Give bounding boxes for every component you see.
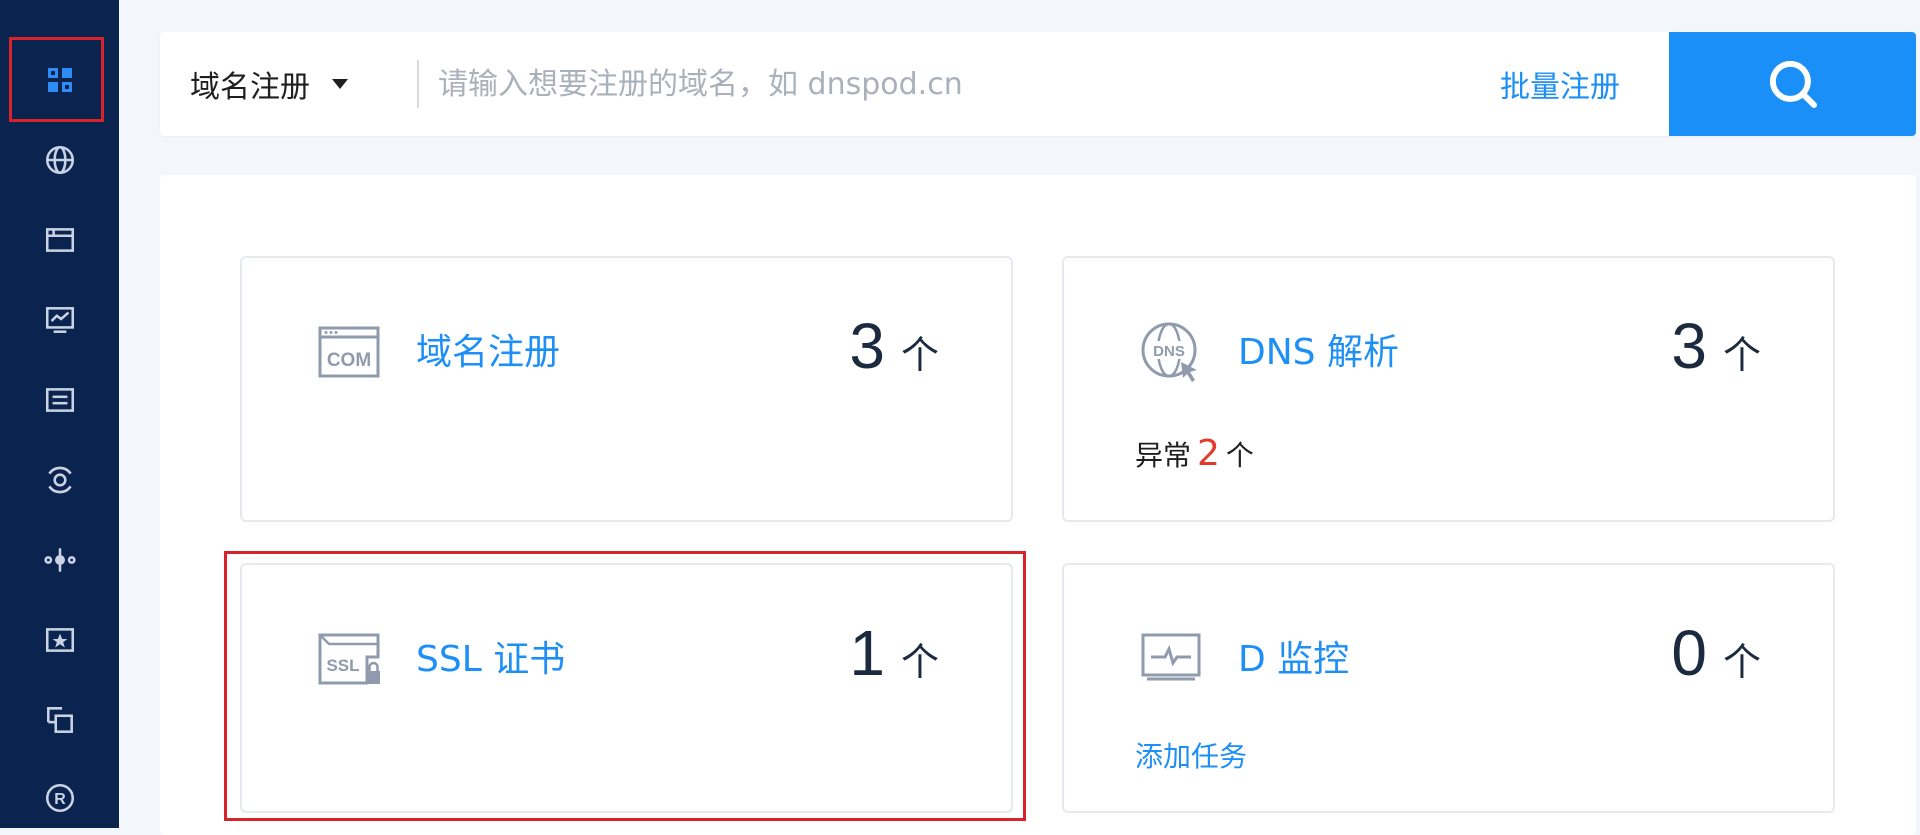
domain-count: 3 个 [849,314,939,379]
sidebar-item-nodes[interactable] [0,530,119,590]
domain-count-unit: 个 [900,333,939,377]
search-type-select[interactable]: 域名注册 [190,32,348,136]
search-button[interactable] [1669,32,1916,136]
monitor-chart-icon [45,307,74,333]
search-type-label: 域名注册 [190,70,310,105]
svg-text:COM: COM [327,350,371,371]
dns-abnormal-unit: 个 [1225,439,1254,472]
d-monitor-title: D 监控 [1238,639,1350,680]
sidebar-item-favorite[interactable] [0,610,119,670]
svg-text:R: R [54,791,66,808]
domain-count-value: 3 [849,310,885,382]
monitor-count: 0 个 [1671,621,1761,686]
sidebar-item-dashboard[interactable] [0,50,119,110]
target-icon [47,466,72,494]
dns-abnormal-count: 2 [1197,433,1220,474]
registered-icon: R [45,783,74,813]
domain-registration-title: 域名注册 [416,332,561,373]
dns-icon: DNS [1139,320,1203,384]
sidebar-item-target[interactable] [0,450,119,510]
sidebar-item-monitor[interactable] [0,290,119,350]
sidebar-item-domains[interactable] [0,130,119,190]
search-divider [417,60,419,108]
dns-count-unit: 个 [1722,333,1761,377]
browser-window-icon [45,228,74,252]
sidebar-item-trademark[interactable]: R [0,768,119,828]
globe-icon [45,145,74,175]
add-task-link[interactable]: 添加任务 [1135,735,1247,775]
ssl-certificate-title: SSL 证书 [416,639,566,680]
list-box-icon [45,388,74,412]
grid-icon [47,68,72,92]
search-icon [1769,60,1817,108]
svg-text:SSL: SSL [326,656,359,675]
svg-text:DNS: DNS [1153,343,1185,360]
d-monitor-card[interactable]: D 监控 0 个 添加任务 [1062,563,1835,813]
nodes-icon [43,548,76,572]
ssl-count: 1 个 [849,621,939,686]
sidebar-item-list[interactable] [0,370,119,430]
ssl-certificate-card[interactable]: SSL SSL 证书 1 个 [240,563,1013,813]
dns-resolution-card[interactable]: DNS DNS 解析 3 个 异常 2 个 [1062,256,1835,522]
caret-down-icon [332,79,348,89]
monitor-count-value: 0 [1671,617,1707,689]
ssl-count-value: 1 [849,617,885,689]
dns-abnormal-status[interactable]: 异常 2 个 [1135,433,1254,474]
dns-count: 3 个 [1671,314,1761,379]
sidebar-item-transfer[interactable] [0,690,119,750]
domain-search-bar: 域名注册 批量注册 [160,32,1916,136]
dns-resolution-title: DNS 解析 [1238,332,1399,373]
transfer-icon [46,707,73,733]
monitor-count-unit: 个 [1722,640,1761,684]
dns-count-value: 3 [1671,310,1707,382]
domain-search-input[interactable] [438,54,1438,114]
dns-abnormal-label: 异常 [1135,439,1192,472]
com-icon: COM [317,320,381,384]
ssl-lock-icon: SSL [317,627,381,691]
domain-registration-card[interactable]: COM 域名注册 3 个 [240,256,1013,522]
ssl-count-unit: 个 [900,640,939,684]
monitor-pulse-icon [1139,627,1203,691]
bulk-register-link[interactable]: 批量注册 [1500,32,1620,136]
sidebar-item-window[interactable] [0,210,119,270]
sidebar: R [0,0,119,828]
star-box-icon [45,628,74,652]
